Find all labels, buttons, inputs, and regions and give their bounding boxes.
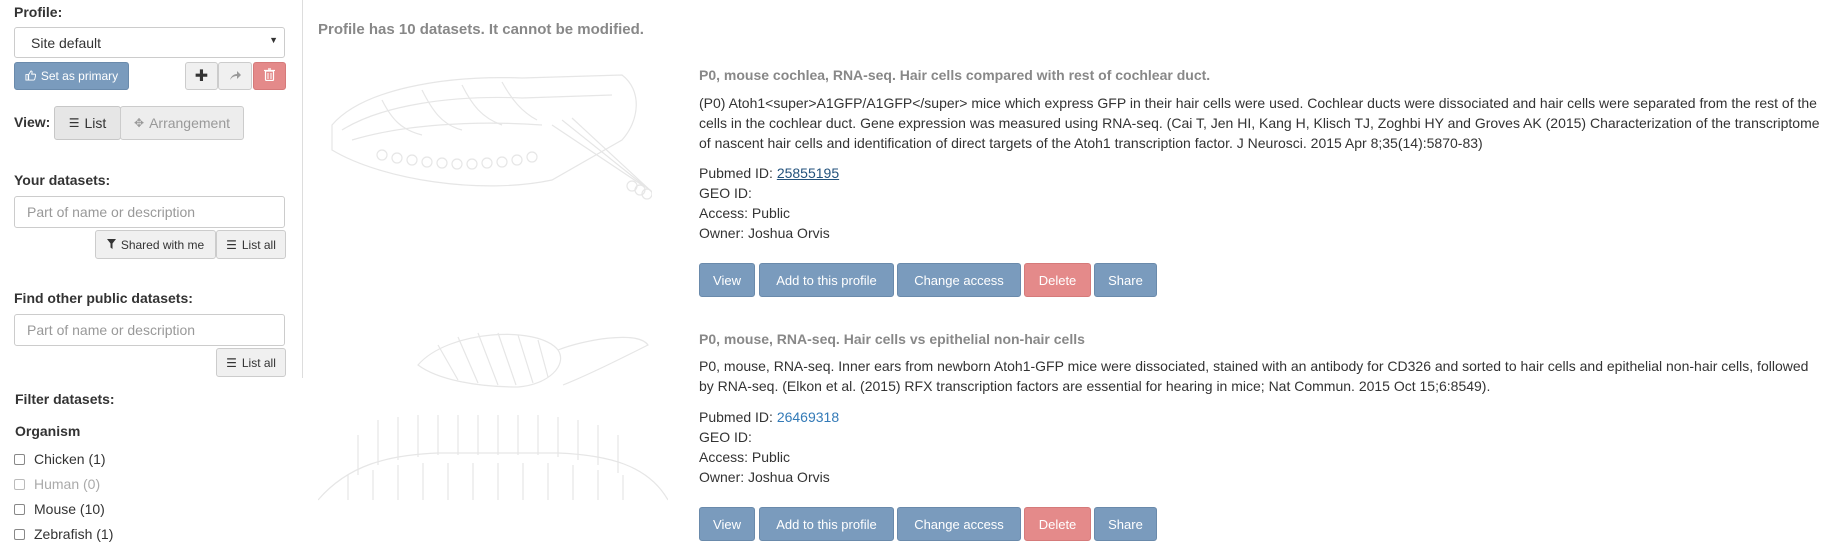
checkbox[interactable] — [14, 528, 25, 540]
rename-profile-button[interactable] — [218, 62, 252, 90]
profile-selected-value: Site default — [31, 35, 102, 51]
pubmed-label: Pubmed ID: — [699, 165, 773, 181]
organism-filter-chicken[interactable]: Chicken (1) — [14, 451, 106, 467]
dataset-title: P0, mouse cochlea, RNA-seq. Hair cells c… — [699, 67, 1211, 83]
profile-status-message: Profile has 10 datasets. It cannot be mo… — [318, 21, 644, 38]
trash-icon — [264, 68, 275, 84]
list-all-label: List all — [241, 355, 276, 370]
view-list-label: List — [84, 115, 107, 131]
shared-with-me-button[interactable]: Shared with me — [95, 230, 216, 259]
view-dataset-button[interactable]: View — [699, 507, 755, 541]
dataset-access: Access: Public — [699, 205, 791, 221]
dataset-description: P0, mouse, RNA-seq. Inner ears from newb… — [699, 358, 1809, 394]
pubmed-label: Pubmed ID: — [699, 409, 773, 425]
checkbox[interactable] — [14, 453, 25, 465]
share-dataset-button[interactable]: Share — [1094, 507, 1157, 541]
checkbox[interactable] — [14, 503, 25, 515]
set-as-primary-label: Set as primary — [40, 69, 119, 83]
move-icon: ✥ — [134, 116, 145, 130]
list-all-label: List all — [241, 237, 276, 252]
list-all-your-button[interactable]: ☰ List all — [216, 230, 286, 259]
dataset-pubmed: Pubmed ID: 25855195 — [699, 163, 839, 183]
list-all-public-button[interactable]: ☰ List all — [216, 348, 286, 377]
delete-dataset-button[interactable]: Delete — [1024, 507, 1091, 541]
set-as-primary-button[interactable]: Set as primary — [14, 62, 129, 90]
view-label: View: — [14, 114, 51, 130]
dataset-pubmed: Pubmed ID: 26469318 — [699, 407, 839, 427]
change-access-button[interactable]: Change access — [897, 507, 1021, 541]
dataset-owner: Owner: Joshua Orvis — [699, 469, 830, 485]
add-profile-button[interactable]: ✚ — [185, 62, 218, 90]
plus-icon: ✚ — [194, 68, 209, 85]
pubmed-link[interactable]: 25855195 — [777, 165, 839, 181]
sidebar: Profile: Site default ▼ Set as primary ✚… — [0, 0, 303, 378]
your-datasets-label: Your datasets: — [14, 172, 111, 188]
dataset-2-layout-thumbnail — [317, 325, 669, 508]
share-arrow-icon — [229, 69, 242, 84]
list-icon: ☰ — [68, 116, 80, 130]
dataset-1-layout-thumbnail — [322, 70, 653, 208]
organism-label: Organism — [15, 423, 81, 439]
public-datasets-search-input[interactable] — [14, 314, 285, 346]
organism-filter-human[interactable]: Human (0) — [14, 476, 100, 492]
dataset-geo-id: GEO ID: — [699, 429, 752, 445]
organism-option-label: Human (0) — [34, 476, 101, 492]
find-public-label: Find other public datasets: — [14, 290, 193, 306]
profile-label: Profile: — [14, 4, 63, 20]
share-dataset-button[interactable]: Share — [1094, 263, 1157, 297]
dataset-access: Access: Public — [699, 449, 791, 465]
organism-filter-mouse[interactable]: Mouse (10) — [14, 501, 105, 517]
view-list-button[interactable]: ☰ List — [54, 106, 121, 140]
list-icon: ☰ — [226, 355, 237, 370]
list-icon: ☰ — [226, 237, 237, 252]
filter-icon — [106, 238, 116, 251]
thumbs-up-icon — [25, 69, 36, 83]
organism-option-label: Mouse (10) — [34, 501, 105, 517]
shared-with-me-label: Shared with me — [120, 237, 205, 252]
view-dataset-button[interactable]: View — [699, 263, 755, 297]
caret-down-icon: ▼ — [269, 35, 278, 45]
your-datasets-search-input[interactable] — [14, 196, 285, 228]
organism-option-label: Zebrafish (1) — [34, 526, 114, 542]
add-to-profile-button[interactable]: Add to this profile — [759, 263, 894, 297]
filter-datasets-label: Filter datasets: — [15, 391, 115, 407]
organism-option-label: Chicken (1) — [34, 451, 106, 467]
profile-select[interactable]: Site default ▼ — [14, 27, 285, 58]
pubmed-link[interactable]: 26469318 — [777, 409, 839, 425]
dataset-description: (P0) Atoh1<super>A1GFP/A1GFP</super> mic… — [699, 95, 1820, 151]
checkbox[interactable] — [14, 478, 25, 490]
dataset-geo-id: GEO ID: — [699, 185, 752, 201]
view-arrangement-button[interactable]: ✥ Arrangement — [120, 106, 244, 140]
change-access-button[interactable]: Change access — [897, 263, 1021, 297]
delete-dataset-button[interactable]: Delete — [1024, 263, 1091, 297]
delete-profile-button[interactable] — [253, 62, 286, 90]
dataset-owner: Owner: Joshua Orvis — [699, 225, 830, 241]
organism-filter-zebrafish[interactable]: Zebrafish (1) — [14, 526, 113, 542]
add-to-profile-button[interactable]: Add to this profile — [759, 507, 894, 541]
dataset-title: P0, mouse, RNA-seq. Hair cells vs epithe… — [699, 331, 1085, 347]
view-arrangement-label: Arrangement — [149, 115, 230, 131]
